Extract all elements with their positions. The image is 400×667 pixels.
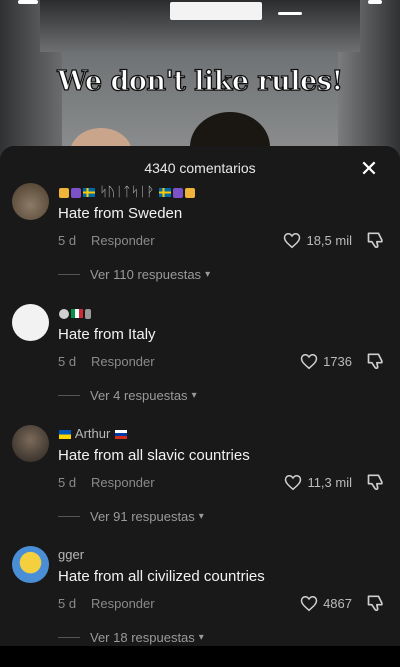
comment-time: 5 d [58,233,77,248]
replies-label: Ver 91 respuestas [90,508,195,524]
view-replies-button[interactable]: Ver 110 respuestas ▾ [58,265,210,283]
comments-sheet: 4340 comentarios ✕ ᛋᚢᛁᛏᛋᛁᚹ Hate from Swe… [0,146,400,646]
cross-emoji-icon [172,187,183,198]
top-right-icon[interactable] [368,0,382,4]
heart-icon [285,474,302,490]
comment-item: ᛋᚢᛁᛏᛋᛁᚹ Hate from Sweden 5 d Responder 1… [0,183,400,304]
video-ceiling-light [170,2,262,20]
thumbs-down-icon [367,232,383,249]
comment-item: gger Hate from all civilized countries 5… [0,546,400,667]
view-replies-button[interactable]: Ver 18 respuestas ▾ [58,628,204,646]
replies-label: Ver 4 respuestas [90,387,188,403]
italy-flag-icon [71,309,83,319]
comment-text: Hate from Italy [58,326,156,343]
chevron-down-icon: ▾ [198,510,204,522]
heart-icon [284,232,301,248]
like-button[interactable]: 18,5 mil [283,230,352,250]
username[interactable]: ᛋᚢᛁᛏᛋᛁᚹ [58,184,196,199]
comment-time: 5 d [58,596,77,611]
comments-count-title: 4340 comentarios [144,160,256,176]
reply-button[interactable]: Responder [91,475,155,490]
like-count: 1736 [323,353,352,369]
username-text: ᛋᚢᛁᛏᛋᛁᚹ [99,184,155,199]
avatar[interactable] [12,304,49,341]
reply-button[interactable]: Responder [91,233,155,248]
symbol-icon [85,308,91,319]
dislike-button[interactable] [366,230,386,250]
like-button[interactable]: 1736 [300,351,352,371]
dislike-button[interactable] [366,351,386,371]
ukraine-flag-icon [59,430,71,440]
view-replies-button[interactable]: Ver 91 respuestas ▾ [58,507,204,525]
reply-button[interactable]: Responder [91,354,155,369]
symbol-icon [59,308,69,319]
chevron-down-icon: ▾ [198,631,204,643]
like-count: 18,5 mil [306,232,352,248]
view-replies-button[interactable]: Ver 4 respuestas ▾ [58,386,197,404]
sweden-flag-icon [158,188,171,198]
username[interactable]: gger [58,547,84,562]
username-text: gger [58,547,85,562]
close-icon[interactable]: ✕ [356,156,382,182]
dislike-button[interactable] [366,593,386,613]
video-overlay-text: We don't like rules! [57,65,344,97]
replies-label: Ver 18 respuestas [90,629,195,645]
username-text: Arthur [74,426,111,441]
username[interactable] [58,305,92,320]
avatar[interactable] [12,425,49,462]
top-left-icon[interactable] [18,0,38,4]
comment-time: 5 d [58,475,77,490]
replies-divider [58,273,80,275]
menu-icon[interactable] [278,12,302,15]
russia-flag-icon [114,430,127,440]
comment-item: Arthur Hate from all slavic countries 5 … [0,425,400,546]
thumbs-down-icon [367,353,383,370]
avatar[interactable] [12,183,49,220]
replies-divider [58,515,80,517]
like-count: 11,3 mil [307,474,352,490]
comment-text: Hate from Sweden [58,205,183,222]
heart-icon [300,353,318,369]
like-button[interactable]: 11,3 mil [284,472,352,492]
like-button[interactable]: 4867 [300,593,352,613]
thumbs-down-icon [367,474,383,491]
replies-divider [58,636,80,638]
chevron-down-icon: ▾ [191,389,197,401]
heart-icon [300,595,318,611]
replies-divider [58,394,80,396]
comment-text: Hate from all slavic countries [58,447,250,464]
replies-label: Ver 110 respuestas [90,266,202,282]
comment-text: Hate from all civilized countries [58,568,265,585]
comment-time: 5 d [58,354,77,369]
sweden-flag-icon [83,188,95,198]
avatar[interactable] [12,546,49,583]
dislike-button[interactable] [366,472,386,492]
emoji-icon [59,187,69,198]
like-count: 4867 [323,595,352,611]
reply-button[interactable]: Responder [91,596,155,611]
emoji-icon [184,187,195,198]
cross-emoji-icon [71,187,81,198]
username[interactable]: Arthur [58,426,128,441]
comment-item: Hate from Italy 5 d Responder 1736 Ver 4… [0,304,400,425]
chevron-down-icon: ▾ [205,268,211,280]
thumbs-down-icon [367,595,383,612]
